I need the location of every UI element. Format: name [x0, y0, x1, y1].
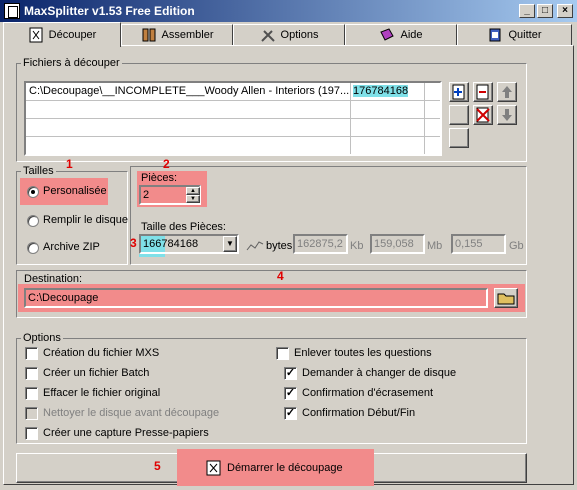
minimize-button[interactable]: _: [519, 4, 535, 18]
clear-icon: [476, 107, 490, 123]
tab-assembler[interactable]: Assembler: [121, 24, 233, 46]
exit-icon: [487, 27, 503, 43]
annotation-3: 3: [130, 236, 137, 250]
start-split-button[interactable]: Démarrer le découpage: [227, 462, 343, 474]
maximize-button[interactable]: □: [537, 4, 553, 18]
mb-unit: Mb: [427, 240, 443, 252]
add-file-icon: [452, 84, 465, 100]
join-icon: [141, 27, 157, 43]
checkbox-delete-label[interactable]: Effacer le fichier original: [43, 387, 160, 399]
piece-size-label: Taille des Pièces:: [141, 221, 226, 233]
destination-label: Destination:: [24, 273, 83, 285]
browse-folder-button[interactable]: [494, 288, 518, 308]
checkbox-start-end-label[interactable]: Confirmation Début/Fin: [302, 407, 415, 419]
radio-personalisee[interactable]: [27, 186, 39, 198]
file-option-button[interactable]: [449, 105, 469, 125]
checkbox-change-disk[interactable]: ✓: [284, 367, 297, 380]
file-path-cell[interactable]: C:\Decoupage\__INCOMPLETE___Woody Allen …: [26, 83, 350, 101]
tab-label: Options: [280, 29, 319, 41]
radio-archive-label[interactable]: Archive ZIP: [43, 241, 100, 253]
tab-decouper[interactable]: Découper: [3, 22, 121, 47]
checkbox-start-end[interactable]: ✓: [284, 407, 297, 420]
radio-remplir-disque[interactable]: [27, 215, 39, 227]
remove-file-icon: [476, 84, 489, 100]
remove-file-button[interactable]: [473, 82, 493, 102]
help-book-icon: [379, 27, 395, 43]
annotation-5: 5: [154, 459, 161, 473]
radio-remplir-label[interactable]: Remplir le disque: [43, 214, 128, 226]
bytes-label: bytes: [266, 240, 293, 252]
sizes-legend: Tailles: [23, 165, 54, 177]
checkbox-remove-questions[interactable]: [276, 347, 289, 360]
checkbox-batch-label[interactable]: Créer un fichier Batch: [43, 367, 149, 379]
kb-field: 162875,2: [293, 234, 348, 254]
checkbox-delete-original[interactable]: [25, 387, 38, 400]
checkbox-mxs[interactable]: [25, 347, 38, 360]
mb-field: 159,058: [370, 234, 425, 254]
annotation-4: 4: [277, 269, 284, 283]
tools-icon: [260, 27, 276, 43]
file-extra-button[interactable]: [449, 128, 469, 148]
add-file-button[interactable]: [449, 82, 469, 102]
checkbox-clipboard[interactable]: [25, 427, 38, 440]
radio-archive-zip[interactable]: [27, 242, 39, 254]
pieces-down-button[interactable]: ▼: [186, 195, 200, 203]
scissors-icon: [28, 27, 44, 43]
checkbox-change-disk-label[interactable]: Demander à changer de disque: [302, 367, 456, 379]
annotation-1: 1: [66, 157, 73, 171]
file-size-cell[interactable]: 176784168: [351, 83, 424, 101]
annotation-2: 2: [163, 157, 170, 171]
file-list[interactable]: C:\Decoupage\__INCOMPLETE___Woody Allen …: [24, 81, 442, 156]
tab-label: Découper: [48, 29, 97, 41]
tab-options[interactable]: Options: [233, 24, 345, 46]
gb-unit: Gb: [509, 240, 524, 252]
tab-quitter[interactable]: Quitter: [457, 24, 572, 46]
destination-input[interactable]: C:\Decoupage: [24, 288, 488, 308]
app-icon[interactable]: [4, 3, 20, 19]
tab-label: Aide: [400, 29, 423, 41]
tab-label: Quitter: [508, 29, 542, 41]
move-down-button[interactable]: [497, 105, 517, 125]
arrow-down-icon: [502, 109, 512, 121]
chart-link-icon[interactable]: [246, 238, 264, 252]
checkbox-remove-questions-label[interactable]: Enlever toutes les questions: [294, 347, 432, 359]
arrow-up-icon: [502, 86, 512, 98]
checkbox-overwrite[interactable]: ✓: [284, 387, 297, 400]
checkbox-batch[interactable]: [25, 367, 38, 380]
files-legend: Fichiers à découper: [23, 57, 120, 69]
folder-icon: [497, 293, 515, 305]
radio-personalisee-label[interactable]: Personalisée: [43, 185, 107, 197]
kb-unit: Kb: [350, 240, 364, 252]
checkbox-overwrite-label[interactable]: Confirmation d'écrasement: [302, 387, 433, 399]
checkbox-clipboard-label[interactable]: Créer une capture Presse-papiers: [43, 427, 209, 439]
tab-label: Assembler: [161, 29, 214, 41]
clear-list-button[interactable]: [473, 105, 493, 125]
options-legend: Options: [23, 332, 61, 344]
pieces-up-button[interactable]: ▲: [186, 187, 200, 195]
scissors-icon: [206, 460, 222, 476]
window-title: MaxSplitter v1.53 Free Edition: [24, 4, 195, 18]
checkbox-clean-disk[interactable]: [25, 407, 38, 420]
checkbox-mxs-label[interactable]: Création du fichier MXS: [43, 347, 159, 359]
tab-aide[interactable]: Aide: [345, 24, 457, 46]
close-button[interactable]: ×: [557, 4, 573, 18]
dropdown-arrow-icon[interactable]: ▼: [223, 236, 237, 252]
checkbox-clean-label[interactable]: Nettoyer le disque avant découpage: [43, 407, 219, 419]
pieces-label: Pièces:: [141, 172, 178, 184]
gb-field: 0,155: [451, 234, 506, 254]
move-up-button[interactable]: [497, 82, 517, 102]
